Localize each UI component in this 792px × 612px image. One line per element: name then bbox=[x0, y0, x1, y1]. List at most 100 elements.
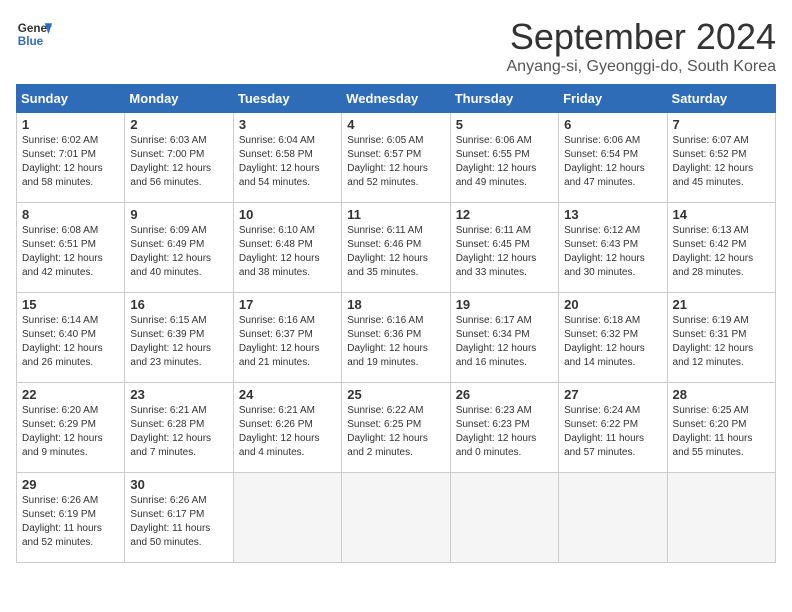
calendar-header-row: SundayMondayTuesdayWednesdayThursdayFrid… bbox=[17, 85, 776, 113]
cell-info: Sunrise: 6:05 AMSunset: 6:57 PMDaylight:… bbox=[347, 134, 444, 190]
calendar-cell bbox=[667, 473, 775, 563]
day-number: 25 bbox=[347, 387, 444, 402]
logo-icon: General Blue bbox=[16, 16, 52, 52]
day-number: 16 bbox=[130, 297, 227, 312]
cell-info: Sunrise: 6:06 AMSunset: 6:54 PMDaylight:… bbox=[564, 134, 661, 190]
calendar-cell: 13 Sunrise: 6:12 AMSunset: 6:43 PMDaylig… bbox=[559, 203, 667, 293]
calendar-cell: 17 Sunrise: 6:16 AMSunset: 6:37 PMDaylig… bbox=[233, 293, 341, 383]
calendar-cell: 9 Sunrise: 6:09 AMSunset: 6:49 PMDayligh… bbox=[125, 203, 233, 293]
calendar-cell: 26 Sunrise: 6:23 AMSunset: 6:23 PMDaylig… bbox=[450, 383, 558, 473]
day-number: 6 bbox=[564, 117, 661, 132]
calendar-cell: 2 Sunrise: 6:03 AMSunset: 7:00 PMDayligh… bbox=[125, 113, 233, 203]
cell-info: Sunrise: 6:02 AMSunset: 7:01 PMDaylight:… bbox=[22, 134, 119, 190]
calendar-body: 1 Sunrise: 6:02 AMSunset: 7:01 PMDayligh… bbox=[17, 113, 776, 563]
column-header-saturday: Saturday bbox=[667, 85, 775, 113]
day-number: 12 bbox=[456, 207, 553, 222]
column-header-tuesday: Tuesday bbox=[233, 85, 341, 113]
day-number: 26 bbox=[456, 387, 553, 402]
cell-info: Sunrise: 6:09 AMSunset: 6:49 PMDaylight:… bbox=[130, 224, 227, 280]
calendar-cell: 5 Sunrise: 6:06 AMSunset: 6:55 PMDayligh… bbox=[450, 113, 558, 203]
cell-info: Sunrise: 6:16 AMSunset: 6:36 PMDaylight:… bbox=[347, 314, 444, 370]
day-number: 20 bbox=[564, 297, 661, 312]
day-number: 7 bbox=[673, 117, 770, 132]
day-number: 8 bbox=[22, 207, 119, 222]
day-number: 15 bbox=[22, 297, 119, 312]
day-number: 24 bbox=[239, 387, 336, 402]
cell-info: Sunrise: 6:23 AMSunset: 6:23 PMDaylight:… bbox=[456, 404, 553, 460]
cell-info: Sunrise: 6:25 AMSunset: 6:20 PMDaylight:… bbox=[673, 404, 770, 460]
cell-info: Sunrise: 6:15 AMSunset: 6:39 PMDaylight:… bbox=[130, 314, 227, 370]
column-header-sunday: Sunday bbox=[17, 85, 125, 113]
day-number: 23 bbox=[130, 387, 227, 402]
month-title: September 2024 bbox=[507, 16, 777, 58]
calendar-cell: 1 Sunrise: 6:02 AMSunset: 7:01 PMDayligh… bbox=[17, 113, 125, 203]
cell-info: Sunrise: 6:21 AMSunset: 6:28 PMDaylight:… bbox=[130, 404, 227, 460]
day-number: 1 bbox=[22, 117, 119, 132]
day-number: 22 bbox=[22, 387, 119, 402]
cell-info: Sunrise: 6:10 AMSunset: 6:48 PMDaylight:… bbox=[239, 224, 336, 280]
calendar-cell bbox=[559, 473, 667, 563]
day-number: 2 bbox=[130, 117, 227, 132]
column-header-wednesday: Wednesday bbox=[342, 85, 450, 113]
day-number: 19 bbox=[456, 297, 553, 312]
calendar-cell bbox=[450, 473, 558, 563]
calendar-cell: 6 Sunrise: 6:06 AMSunset: 6:54 PMDayligh… bbox=[559, 113, 667, 203]
logo: General Blue bbox=[16, 16, 52, 52]
cell-info: Sunrise: 6:17 AMSunset: 6:34 PMDaylight:… bbox=[456, 314, 553, 370]
day-number: 28 bbox=[673, 387, 770, 402]
svg-text:Blue: Blue bbox=[18, 35, 44, 48]
calendar-cell: 28 Sunrise: 6:25 AMSunset: 6:20 PMDaylig… bbox=[667, 383, 775, 473]
cell-info: Sunrise: 6:24 AMSunset: 6:22 PMDaylight:… bbox=[564, 404, 661, 460]
calendar-cell: 3 Sunrise: 6:04 AMSunset: 6:58 PMDayligh… bbox=[233, 113, 341, 203]
day-number: 21 bbox=[673, 297, 770, 312]
calendar-cell: 10 Sunrise: 6:10 AMSunset: 6:48 PMDaylig… bbox=[233, 203, 341, 293]
day-number: 13 bbox=[564, 207, 661, 222]
cell-info: Sunrise: 6:11 AMSunset: 6:45 PMDaylight:… bbox=[456, 224, 553, 280]
calendar-cell: 14 Sunrise: 6:13 AMSunset: 6:42 PMDaylig… bbox=[667, 203, 775, 293]
calendar-cell: 27 Sunrise: 6:24 AMSunset: 6:22 PMDaylig… bbox=[559, 383, 667, 473]
calendar-cell: 21 Sunrise: 6:19 AMSunset: 6:31 PMDaylig… bbox=[667, 293, 775, 383]
day-number: 27 bbox=[564, 387, 661, 402]
calendar-cell bbox=[233, 473, 341, 563]
calendar-cell: 15 Sunrise: 6:14 AMSunset: 6:40 PMDaylig… bbox=[17, 293, 125, 383]
cell-info: Sunrise: 6:13 AMSunset: 6:42 PMDaylight:… bbox=[673, 224, 770, 280]
day-number: 30 bbox=[130, 477, 227, 492]
calendar-week-3: 15 Sunrise: 6:14 AMSunset: 6:40 PMDaylig… bbox=[17, 293, 776, 383]
calendar-cell: 11 Sunrise: 6:11 AMSunset: 6:46 PMDaylig… bbox=[342, 203, 450, 293]
day-number: 11 bbox=[347, 207, 444, 222]
cell-info: Sunrise: 6:26 AMSunset: 6:19 PMDaylight:… bbox=[22, 494, 119, 550]
day-number: 9 bbox=[130, 207, 227, 222]
cell-info: Sunrise: 6:21 AMSunset: 6:26 PMDaylight:… bbox=[239, 404, 336, 460]
calendar-cell: 30 Sunrise: 6:26 AMSunset: 6:17 PMDaylig… bbox=[125, 473, 233, 563]
day-number: 10 bbox=[239, 207, 336, 222]
cell-info: Sunrise: 6:12 AMSunset: 6:43 PMDaylight:… bbox=[564, 224, 661, 280]
calendar-cell: 16 Sunrise: 6:15 AMSunset: 6:39 PMDaylig… bbox=[125, 293, 233, 383]
cell-info: Sunrise: 6:11 AMSunset: 6:46 PMDaylight:… bbox=[347, 224, 444, 280]
location: Anyang-si, Gyeonggi-do, South Korea bbox=[507, 58, 777, 76]
calendar-week-2: 8 Sunrise: 6:08 AMSunset: 6:51 PMDayligh… bbox=[17, 203, 776, 293]
day-number: 17 bbox=[239, 297, 336, 312]
cell-info: Sunrise: 6:07 AMSunset: 6:52 PMDaylight:… bbox=[673, 134, 770, 190]
cell-info: Sunrise: 6:19 AMSunset: 6:31 PMDaylight:… bbox=[673, 314, 770, 370]
calendar-cell: 20 Sunrise: 6:18 AMSunset: 6:32 PMDaylig… bbox=[559, 293, 667, 383]
calendar-cell: 18 Sunrise: 6:16 AMSunset: 6:36 PMDaylig… bbox=[342, 293, 450, 383]
cell-info: Sunrise: 6:22 AMSunset: 6:25 PMDaylight:… bbox=[347, 404, 444, 460]
day-number: 5 bbox=[456, 117, 553, 132]
cell-info: Sunrise: 6:03 AMSunset: 7:00 PMDaylight:… bbox=[130, 134, 227, 190]
column-header-thursday: Thursday bbox=[450, 85, 558, 113]
cell-info: Sunrise: 6:16 AMSunset: 6:37 PMDaylight:… bbox=[239, 314, 336, 370]
day-number: 3 bbox=[239, 117, 336, 132]
calendar-cell: 8 Sunrise: 6:08 AMSunset: 6:51 PMDayligh… bbox=[17, 203, 125, 293]
cell-info: Sunrise: 6:08 AMSunset: 6:51 PMDaylight:… bbox=[22, 224, 119, 280]
day-number: 29 bbox=[22, 477, 119, 492]
calendar-table: SundayMondayTuesdayWednesdayThursdayFrid… bbox=[16, 84, 776, 563]
calendar-cell: 23 Sunrise: 6:21 AMSunset: 6:28 PMDaylig… bbox=[125, 383, 233, 473]
cell-info: Sunrise: 6:20 AMSunset: 6:29 PMDaylight:… bbox=[22, 404, 119, 460]
calendar-cell: 7 Sunrise: 6:07 AMSunset: 6:52 PMDayligh… bbox=[667, 113, 775, 203]
calendar-week-1: 1 Sunrise: 6:02 AMSunset: 7:01 PMDayligh… bbox=[17, 113, 776, 203]
cell-info: Sunrise: 6:04 AMSunset: 6:58 PMDaylight:… bbox=[239, 134, 336, 190]
calendar-cell: 25 Sunrise: 6:22 AMSunset: 6:25 PMDaylig… bbox=[342, 383, 450, 473]
column-header-monday: Monday bbox=[125, 85, 233, 113]
page-header: General Blue September 2024 Anyang-si, G… bbox=[16, 16, 776, 76]
cell-info: Sunrise: 6:06 AMSunset: 6:55 PMDaylight:… bbox=[456, 134, 553, 190]
